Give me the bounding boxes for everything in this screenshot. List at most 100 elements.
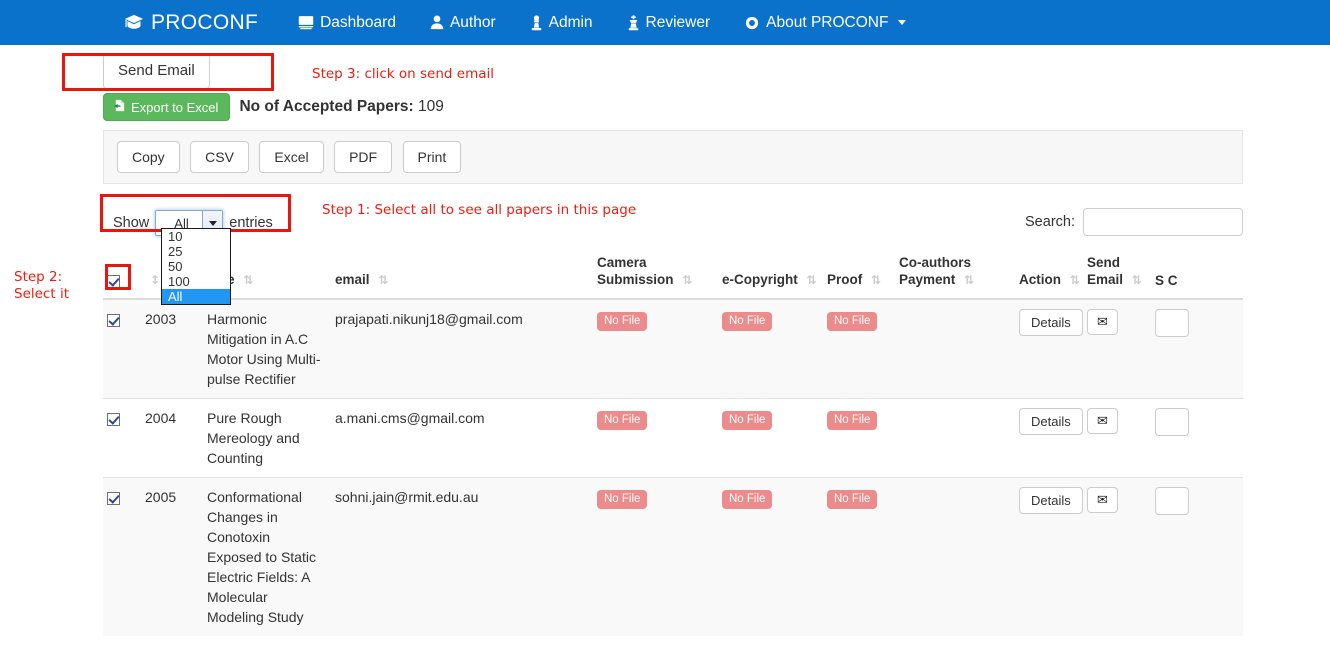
send-email-row-button[interactable]: ✉ xyxy=(1087,408,1118,434)
details-button[interactable]: Details xyxy=(1019,408,1083,435)
status-badge: No File xyxy=(597,312,648,331)
user-icon xyxy=(430,15,444,30)
details-button[interactable]: Details xyxy=(1019,487,1083,514)
nav-item-reviewer[interactable]: Reviewer xyxy=(627,13,711,32)
accepted-papers-counter: No of Accepted Papers: 109 xyxy=(239,98,443,116)
row-email: prajapati.nikunj18@gmail.com xyxy=(331,298,593,399)
row-checkbox[interactable] xyxy=(107,313,120,327)
table-row[interactable]: 2005 Conformational Changes in Conotoxin… xyxy=(103,477,1243,636)
sort-icon[interactable]: ⇅ xyxy=(682,272,692,289)
sort-icon[interactable]: ⇅ xyxy=(1132,272,1142,289)
search-input[interactable] xyxy=(1083,208,1243,236)
sort-desc-icon[interactable]: ↕ xyxy=(150,272,160,289)
table-row[interactable]: 2004 Pure Rough Mereology and Counting a… xyxy=(103,398,1243,478)
row-proof: No File xyxy=(823,398,895,478)
row-coauthors-payment xyxy=(895,298,1015,399)
row-action: Details xyxy=(1015,477,1083,636)
send-email-button[interactable]: Send Email xyxy=(103,53,210,89)
table-header-row: ↕ Title ⇅ email ⇅ Camera Submission ⇅ xyxy=(103,248,1243,300)
excel-button[interactable]: Excel xyxy=(259,141,324,173)
envelope-icon: ✉ xyxy=(1097,413,1108,428)
page-body: Send Email Export to Excel No of Accepte… xyxy=(0,45,1330,636)
envelope-icon: ✉ xyxy=(1097,492,1108,507)
th-truncated-column[interactable]: S C xyxy=(1151,248,1243,300)
th-truncated-label: S C xyxy=(1155,273,1178,288)
status-badge: No File xyxy=(827,490,878,509)
truncated-button[interactable] xyxy=(1155,408,1189,436)
row-truncated-cell xyxy=(1151,477,1243,636)
copy-button[interactable]: Copy xyxy=(117,141,180,173)
th-ecopyright[interactable]: e-Copyright ⇅ xyxy=(718,248,823,300)
row-truncated-cell xyxy=(1151,298,1243,399)
nav-label-reviewer: Reviewer xyxy=(645,13,711,31)
sort-icon[interactable]: ⇅ xyxy=(964,272,974,289)
status-badge: No File xyxy=(722,312,773,331)
row-select-cell[interactable] xyxy=(103,477,141,636)
row-send-email: ✉ xyxy=(1083,477,1151,636)
sort-icon[interactable]: ⇅ xyxy=(871,272,881,289)
export-to-excel-button[interactable]: Export to Excel xyxy=(103,93,231,121)
th-ecopyright-label: e-Copyright xyxy=(722,272,798,287)
details-button[interactable]: Details xyxy=(1019,309,1083,336)
row-checkbox[interactable] xyxy=(107,491,120,505)
truncated-button[interactable] xyxy=(1155,487,1189,515)
sort-icon[interactable]: ⇅ xyxy=(807,272,817,289)
row-proof: No File xyxy=(823,477,895,636)
nav-label-dashboard: Dashboard xyxy=(320,13,396,31)
row-id: 2003 xyxy=(141,298,203,399)
nav-item-about[interactable]: About PROCONF xyxy=(744,13,907,32)
th-sendemail-label: Send Email xyxy=(1087,255,1124,287)
row-select-cell[interactable] xyxy=(103,398,141,478)
status-badge: No File xyxy=(722,411,773,430)
brand-logo[interactable]: PROCONF xyxy=(124,11,258,35)
nav-item-dashboard[interactable]: Dashboard xyxy=(298,14,396,32)
accepted-papers-label: No of Accepted Papers: xyxy=(239,98,414,115)
row-coauthors-payment xyxy=(895,398,1015,478)
pdf-button[interactable]: PDF xyxy=(334,141,393,173)
row-id: 2004 xyxy=(141,398,203,478)
row-camera-submission: No File xyxy=(593,398,718,478)
th-send-email[interactable]: Send Email ⇅ xyxy=(1083,248,1151,300)
row-ecopyright: No File xyxy=(718,477,823,636)
file-export-icon xyxy=(113,99,126,115)
th-select-all[interactable] xyxy=(103,248,141,300)
row-select-cell[interactable] xyxy=(103,298,141,399)
show-label: Show xyxy=(113,215,150,231)
export-row: Export to Excel No of Accepted Papers: 1… xyxy=(103,92,1243,122)
entries-option-all[interactable]: All xyxy=(162,289,230,304)
print-button[interactable]: Print xyxy=(402,141,462,173)
entries-option-50[interactable]: 50 xyxy=(162,259,230,274)
th-action[interactable]: Action ⇅ xyxy=(1015,248,1083,300)
export-to-excel-label: Export to Excel xyxy=(131,99,219,115)
nav-item-admin[interactable]: Admin xyxy=(530,14,593,32)
entries-option-25[interactable]: 25 xyxy=(162,244,230,259)
csv-button[interactable]: CSV xyxy=(190,141,249,173)
th-coauthors-payment[interactable]: Co-authors Payment ⇅ xyxy=(895,248,1015,300)
send-email-row-button[interactable]: ✉ xyxy=(1087,487,1118,513)
entries-option-100[interactable]: 100 xyxy=(162,274,230,289)
truncated-button[interactable] xyxy=(1155,309,1189,337)
nav-item-author[interactable]: Author xyxy=(430,14,496,32)
sort-icon[interactable]: ⇅ xyxy=(1070,272,1080,289)
entries-option-10[interactable]: 10 xyxy=(162,229,230,244)
table-row[interactable]: 2003 Harmonic Mitigation in A.C Motor Us… xyxy=(103,298,1243,399)
send-email-row: Send Email xyxy=(103,45,1243,91)
table-head: ↕ Title ⇅ email ⇅ Camera Submission ⇅ xyxy=(103,248,1243,300)
brand-label: PROCONF xyxy=(151,10,259,34)
search-control: Search: xyxy=(1025,208,1243,236)
th-camera-submission[interactable]: Camera Submission ⇅ xyxy=(593,248,718,300)
select-all-checkbox[interactable] xyxy=(107,274,120,288)
th-proof-label: Proof xyxy=(827,272,863,287)
row-checkbox[interactable] xyxy=(107,412,120,426)
chess-pawn-icon xyxy=(530,14,543,31)
nav-label-about: About PROCONF xyxy=(766,13,889,31)
sort-icon[interactable]: ⇅ xyxy=(243,272,253,289)
entries-dropdown-list[interactable]: 10 25 50 100 All xyxy=(161,228,231,305)
th-proof[interactable]: Proof ⇅ xyxy=(823,248,895,300)
send-email-row-button[interactable]: ✉ xyxy=(1087,309,1118,335)
th-email[interactable]: email ⇅ xyxy=(331,248,593,300)
envelope-icon: ✉ xyxy=(1097,314,1108,329)
top-navbar: PROCONF Dashboard Author Admin Reviewer … xyxy=(0,0,1330,45)
sort-icon[interactable]: ⇅ xyxy=(378,272,388,289)
datatable-header-controls: Show All entries Search: xyxy=(103,204,1243,248)
